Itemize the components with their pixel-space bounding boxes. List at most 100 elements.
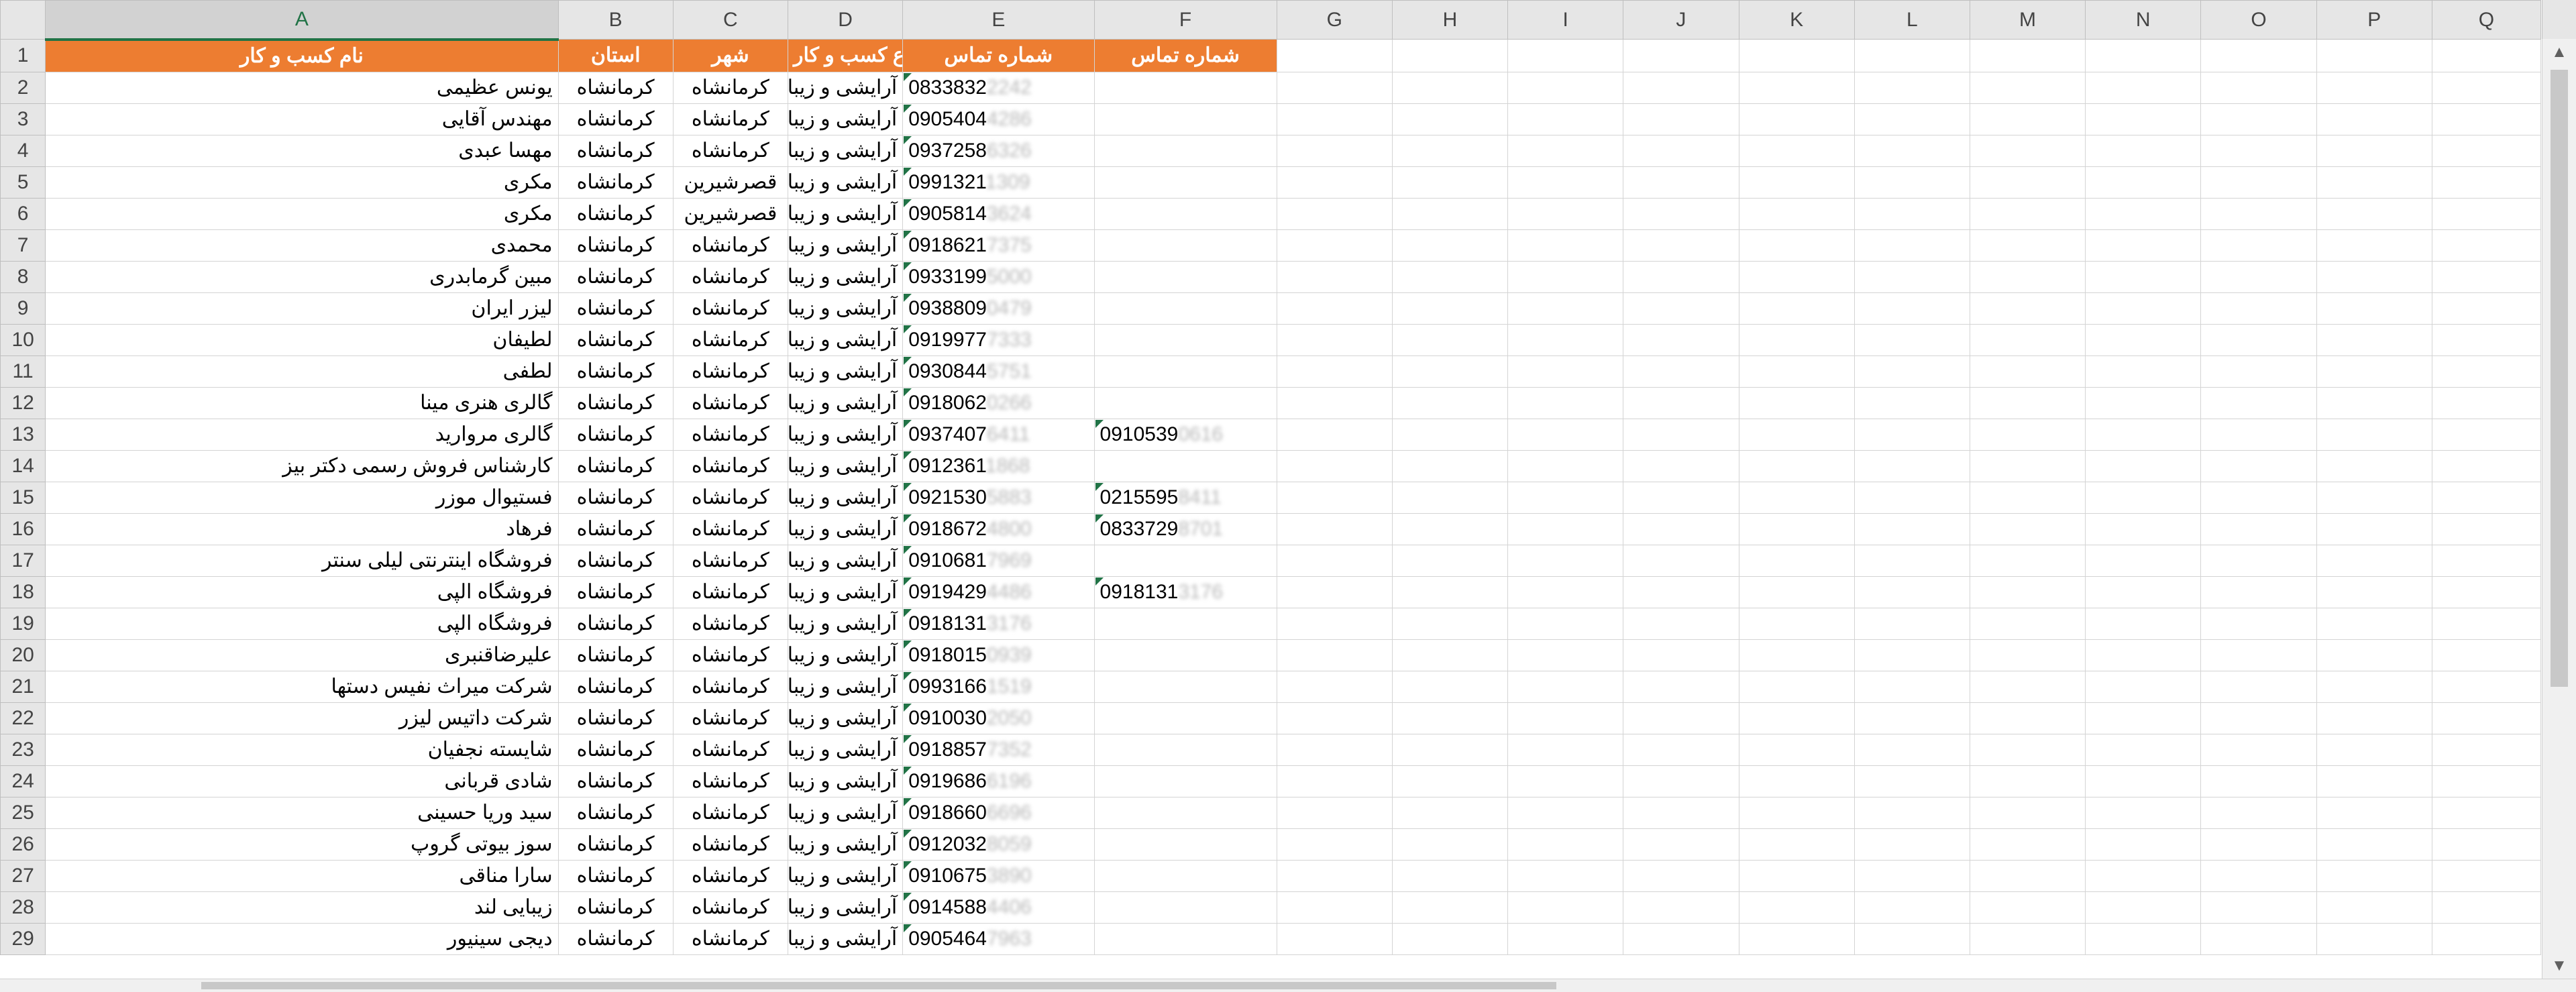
cell[interactable] bbox=[1623, 386, 1739, 419]
row-header[interactable]: 23 bbox=[0, 733, 46, 766]
cell-province[interactable]: کرمانشاه bbox=[557, 765, 674, 797]
cell[interactable] bbox=[2316, 260, 2432, 293]
cell[interactable] bbox=[1969, 39, 2086, 72]
cell-phone[interactable]: 09186217375 bbox=[902, 229, 1095, 262]
cell-business-type[interactable]: آرایشی و زیبایی bbox=[787, 891, 904, 924]
cell[interactable] bbox=[2085, 512, 2202, 545]
cell-business-type[interactable]: آرایشی و زیبایی bbox=[787, 702, 904, 734]
cell[interactable] bbox=[2085, 39, 2202, 72]
cell-business-name[interactable]: دیجی سینیور bbox=[45, 922, 559, 955]
cell[interactable] bbox=[1969, 544, 2086, 577]
cell[interactable] bbox=[1738, 575, 1855, 608]
cell[interactable] bbox=[1854, 229, 1970, 262]
cell[interactable] bbox=[1854, 859, 1970, 892]
cell[interactable] bbox=[2200, 670, 2317, 703]
cell[interactable] bbox=[1738, 670, 1855, 703]
cell[interactable] bbox=[2431, 702, 2542, 734]
cell-phone[interactable]: 09388090479 bbox=[902, 292, 1095, 325]
cell[interactable] bbox=[1507, 260, 1624, 293]
cell[interactable] bbox=[1507, 639, 1624, 671]
cell-province[interactable]: کرمانشاه bbox=[557, 702, 674, 734]
cell-business-name[interactable]: فستیوال موزر bbox=[45, 481, 559, 514]
cell[interactable] bbox=[1507, 575, 1624, 608]
row-header[interactable]: 22 bbox=[0, 702, 46, 734]
cell[interactable] bbox=[2085, 702, 2202, 734]
column-header-l[interactable]: L bbox=[1854, 0, 1970, 40]
cell-phone[interactable]: 08338322242 bbox=[902, 71, 1095, 104]
cell[interactable] bbox=[2316, 575, 2432, 608]
cell-phone-2[interactable] bbox=[1093, 71, 1277, 104]
cell[interactable] bbox=[2085, 449, 2202, 482]
cell[interactable] bbox=[2431, 607, 2542, 640]
cell[interactable] bbox=[2431, 386, 2542, 419]
cell-phone[interactable]: 09188577352 bbox=[902, 733, 1095, 766]
cell[interactable] bbox=[1969, 733, 2086, 766]
row-header[interactable]: 18 bbox=[0, 575, 46, 608]
cell-business-type[interactable]: آرایشی و زیبایی bbox=[787, 733, 904, 766]
cell-province[interactable]: کرمانشاه bbox=[557, 418, 674, 451]
cell-phone-2[interactable] bbox=[1093, 197, 1277, 230]
cell-province[interactable]: کرمانشاه bbox=[557, 197, 674, 230]
cell[interactable] bbox=[1391, 229, 1509, 262]
cell-business-type[interactable]: آرایشی و زیبایی bbox=[787, 323, 904, 356]
cell-province[interactable]: کرمانشاه bbox=[557, 859, 674, 892]
header-cell-phone[interactable]: شماره تماس bbox=[902, 39, 1095, 72]
cell[interactable] bbox=[1391, 765, 1509, 797]
cell[interactable] bbox=[1854, 418, 1970, 451]
cell[interactable] bbox=[1738, 481, 1855, 514]
cell-province[interactable]: کرمانشاه bbox=[557, 71, 674, 104]
cell[interactable] bbox=[1507, 670, 1624, 703]
cell[interactable] bbox=[2200, 134, 2317, 167]
cell[interactable] bbox=[2200, 323, 2317, 356]
cell[interactable] bbox=[2431, 891, 2542, 924]
cell-city[interactable]: کرمانشاه bbox=[672, 922, 788, 955]
cell[interactable] bbox=[1507, 418, 1624, 451]
cell[interactable] bbox=[2316, 386, 2432, 419]
cell[interactable] bbox=[1738, 292, 1855, 325]
cell[interactable] bbox=[1854, 134, 1970, 167]
cell-phone[interactable]: 09054044286 bbox=[902, 103, 1095, 135]
cell[interactable] bbox=[2431, 670, 2542, 703]
cell[interactable] bbox=[1276, 607, 1393, 640]
cell-province[interactable]: کرمانشاه bbox=[557, 639, 674, 671]
cell[interactable] bbox=[1854, 607, 1970, 640]
cell[interactable] bbox=[1623, 859, 1739, 892]
row-header[interactable]: 2 bbox=[0, 71, 46, 104]
cell[interactable] bbox=[2200, 355, 2317, 388]
row-header[interactable]: 29 bbox=[0, 922, 46, 955]
cell[interactable] bbox=[1623, 418, 1739, 451]
cell[interactable] bbox=[1391, 512, 1509, 545]
cell[interactable] bbox=[1854, 39, 1970, 72]
cell-city[interactable]: کرمانشاه bbox=[672, 544, 788, 577]
cell-city[interactable]: کرمانشاه bbox=[672, 796, 788, 829]
cell[interactable] bbox=[1391, 355, 1509, 388]
cell[interactable] bbox=[2431, 292, 2542, 325]
cell[interactable] bbox=[1276, 103, 1393, 135]
cell[interactable] bbox=[1623, 575, 1739, 608]
cell-city[interactable]: کرمانشاه bbox=[672, 859, 788, 892]
cell-business-type[interactable]: آرایشی و زیبایی bbox=[787, 292, 904, 325]
cell[interactable] bbox=[1507, 103, 1624, 135]
cell[interactable] bbox=[1507, 481, 1624, 514]
cell-business-type[interactable]: آرایشی و زیبایی bbox=[787, 166, 904, 199]
cell-city[interactable]: کرمانشاه bbox=[672, 292, 788, 325]
cell-province[interactable]: کرمانشاه bbox=[557, 134, 674, 167]
cell[interactable] bbox=[1969, 197, 2086, 230]
cell[interactable] bbox=[1623, 733, 1739, 766]
cell-business-name[interactable]: شادی قربانی bbox=[45, 765, 559, 797]
cell[interactable] bbox=[2431, 229, 2542, 262]
cell[interactable] bbox=[2200, 481, 2317, 514]
cell[interactable] bbox=[1391, 103, 1509, 135]
cell-phone[interactable]: 09058143624 bbox=[902, 197, 1095, 230]
cell[interactable] bbox=[1276, 828, 1393, 861]
cell[interactable] bbox=[1969, 765, 2086, 797]
cell-phone[interactable]: 09215305883 bbox=[902, 481, 1095, 514]
cell[interactable] bbox=[1738, 386, 1855, 419]
cell-province[interactable]: کرمانشاه bbox=[557, 733, 674, 766]
cell[interactable] bbox=[1276, 544, 1393, 577]
cell[interactable] bbox=[1969, 355, 2086, 388]
cell-province[interactable]: کرمانشاه bbox=[557, 260, 674, 293]
cell[interactable] bbox=[2431, 197, 2542, 230]
cell-business-name[interactable]: لطیفان bbox=[45, 323, 559, 356]
cell[interactable] bbox=[1507, 229, 1624, 262]
